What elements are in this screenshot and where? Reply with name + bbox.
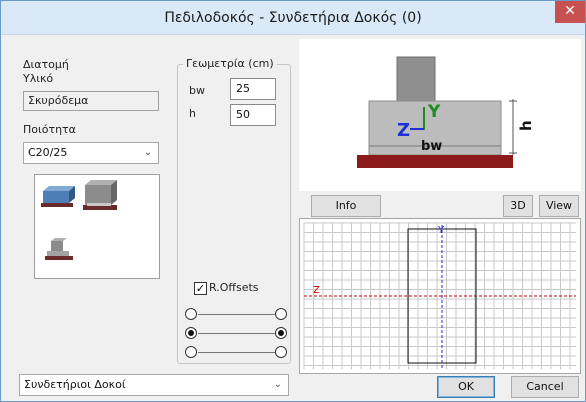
- align-top-right-radio[interactable]: [275, 308, 287, 320]
- beam-thumbnail-grey[interactable]: [81, 177, 121, 213]
- bw-label: bw: [189, 84, 205, 97]
- grid-z-label: Z: [313, 285, 320, 296]
- align-bottom-right-radio[interactable]: [275, 346, 287, 358]
- material-field: Σκυρόδεμα: [23, 91, 159, 111]
- view-button[interactable]: View: [539, 195, 579, 217]
- quality-select[interactable]: C20/25 ⌄: [23, 142, 159, 164]
- section-type-list[interactable]: [34, 174, 160, 279]
- align-middle-left-radio[interactable]: [185, 327, 197, 339]
- info-button[interactable]: Info: [311, 195, 381, 217]
- section-grid-canvas[interactable]: Z Y: [299, 218, 581, 374]
- geometry-legend: Γεωμετρία (cm): [183, 57, 277, 70]
- section-preview: Z Y bw h: [299, 39, 581, 191]
- window-title: Πεδιλοδοκός - Συνδετήρια Δοκός (0): [164, 10, 422, 26]
- preview-bw-label: bw: [421, 139, 442, 154]
- offsets-checkbox[interactable]: ✓: [194, 282, 207, 295]
- view-3d-button[interactable]: 3D: [503, 195, 533, 217]
- grid-y-label: Y: [437, 225, 445, 236]
- dialog-window: Πεδιλοδοκός - Συνδετήρια Δοκός (0) ✕ Δια…: [0, 0, 586, 402]
- chevron-down-icon: ⌄: [273, 379, 282, 390]
- material-label: Υλικό: [23, 72, 54, 85]
- category-select[interactable]: Συνδετήριοι Δοκοί ⌄: [19, 374, 289, 396]
- ok-button[interactable]: OK: [437, 376, 495, 398]
- align-line-bottom: [198, 352, 275, 353]
- cancel-button[interactable]: Cancel: [511, 376, 579, 398]
- section-preview-drawing: Z Y bw h: [357, 56, 535, 168]
- preview-y-label: Y: [427, 102, 441, 122]
- bw-input[interactable]: 25: [230, 78, 276, 100]
- category-select-value: Συνδετήριοι Δοκοί: [24, 378, 126, 391]
- close-button[interactable]: ✕: [555, 1, 585, 23]
- preview-z-label: Z: [397, 120, 410, 141]
- align-top-left-radio[interactable]: [185, 308, 197, 320]
- align-bottom-left-radio[interactable]: [185, 346, 197, 358]
- quality-select-value: C20/25: [28, 146, 68, 159]
- quality-label: Ποιότητα: [23, 123, 76, 136]
- align-line-middle: [198, 333, 275, 334]
- h-input[interactable]: 50: [230, 104, 276, 126]
- title-bar: Πεδιλοδοκός - Συνδετήρια Δοκός (0) ✕: [1, 1, 585, 35]
- align-line-top: [198, 314, 275, 315]
- offsets-label: R.Offsets: [209, 281, 259, 294]
- grid-drawing: Z Y: [303, 222, 576, 369]
- h-label: h: [189, 107, 196, 120]
- beam-thumbnail-blue[interactable]: [41, 183, 77, 209]
- beam-thumbnail-footing[interactable]: [43, 237, 77, 263]
- align-middle-right-radio[interactable]: [275, 327, 287, 339]
- preview-h-label: h: [517, 120, 535, 131]
- chevron-down-icon: ⌄: [143, 147, 152, 158]
- section-label: Διατομή: [23, 58, 69, 71]
